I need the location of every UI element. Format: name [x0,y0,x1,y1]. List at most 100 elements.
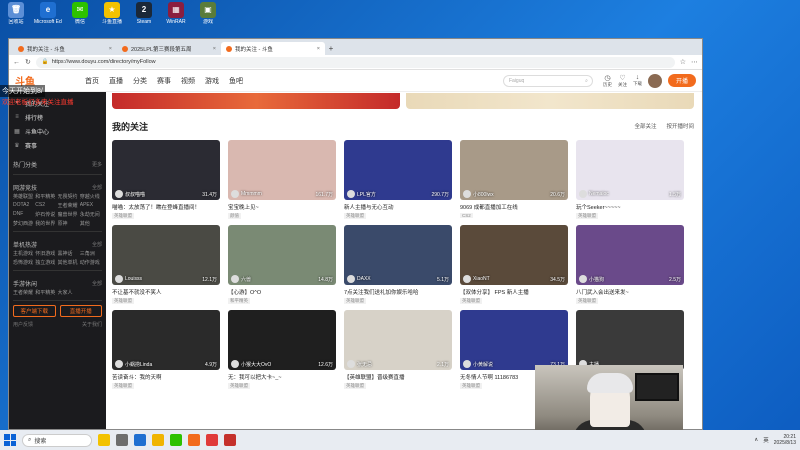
sidebar-category[interactable]: 和平精英 [35,289,57,296]
category-tag[interactable]: 颜值 [228,213,241,219]
stream-title[interactable]: 玩个Seeker~~~~~ [576,203,684,211]
star-icon[interactable]: ☆ [680,58,686,66]
stream-card[interactable]: Nemaioc 1.5万 玩个Seeker~~~~~ 英雄联盟 [576,140,684,219]
stream-title[interactable]: 八门武入会出送来发~ [576,288,684,296]
stream-title[interactable]: 【双体分享】 FPS 新人主播 [460,288,568,296]
stream-thumbnail[interactable]: 主播 [576,310,684,370]
stream-thumbnail[interactable]: 小黄解说73.1万 [460,310,568,370]
nav-item[interactable]: 首页 [85,76,99,86]
category-tag[interactable]: 英雄联盟 [576,298,598,304]
sidebar-footer-link[interactable]: 关于我们 [82,321,102,328]
browser-tab[interactable]: 2025LPL第三赛段第五周 × [117,42,221,55]
top-icon-item[interactable]: ◷ 历史 [603,74,612,88]
task-view-icon[interactable] [116,434,128,446]
stream-card[interactable]: 张无忌 2.1万【英雄联盟】晋级赛直播 英雄联盟 [344,310,452,389]
sidebar-item[interactable]: ♛ 赛事 [13,138,102,152]
menu-icon[interactable]: ⋯ [691,58,698,66]
sidebar-category[interactable]: 和平精英 [35,193,57,200]
nav-item[interactable]: 鱼吧 [229,76,243,86]
sidebar-category[interactable]: 动作游戏 [80,259,102,266]
stream-title[interactable]: 新人主播与无心互动 [344,203,452,211]
stream-card[interactable]: Mmmmm 161.7万宝宝晚上见~ 颜值 [228,140,336,219]
browser-tab[interactable]: 我的关注 - 斗鱼 × [221,42,325,55]
desktop-icon[interactable]: 🗑 回收站 [2,2,30,25]
sidebar-category[interactable]: CS2 [35,202,57,209]
banner-left[interactable] [112,93,400,109]
sidebar-category[interactable]: 黑神话 [58,250,80,257]
stream-card[interactable]: 小猫狗 2.5万 八门武入会出送来发~ 英雄联盟 [576,225,684,304]
sidebar-category[interactable]: 其他 [80,220,102,227]
stream-thumbnail[interactable]: Mmmmm 161.7万 [228,140,336,200]
back-icon[interactable]: ← [13,59,20,66]
top-icon-item[interactable]: ♡ 关注 [618,74,627,88]
category-tag[interactable]: 英雄联盟 [112,213,134,219]
stream-title[interactable]: 喵喵：太放荡了！瞧在登峰直播间！ [112,203,220,211]
stream-title[interactable]: 不让基不就没不笑人 [112,288,220,296]
sidebar-category[interactable]: 魔兽世界 [58,211,80,218]
sidebar-category[interactable]: 我的世界 [35,220,57,227]
sidebar-section-more[interactable]: 全部 [92,280,102,287]
desktop-icon[interactable]: ★ 斗鱼直播 [98,2,126,25]
stream-thumbnail[interactable]: DAXX 5.1万 [344,225,452,285]
stream-card[interactable]: 叔叔喵喵 31.4万 喵喵：太放荡了！瞧在登峰直播间！ 英雄联盟 [112,140,220,219]
copilot-icon[interactable] [98,434,110,446]
stream-thumbnail[interactable]: 小猴大大OvO 12.6万 [228,310,336,370]
tray-expand-icon[interactable]: ∧ [754,437,758,443]
search-icon[interactable]: ⌕ [585,78,588,84]
close-icon[interactable]: × [213,46,216,52]
stream-title[interactable]: 宝宝晚上见~ [228,203,336,211]
taskbar-search[interactable]: ⌕ 搜索 [22,433,92,447]
folder-icon[interactable] [152,434,164,446]
category-tag[interactable]: 英雄联盟 [460,298,482,304]
sidebar-section-more[interactable]: 全部 [92,184,102,191]
top-icon-item[interactable]: ↓ 下载 [633,74,642,87]
nav-item[interactable]: 分类 [133,76,147,86]
nav-item[interactable]: 游戏 [205,76,219,86]
sidebar-category[interactable]: DNF [13,211,35,218]
sidebar-category[interactable]: APEX [80,202,102,209]
stream-card[interactable]: DAXX 5.1万 7点关注我们送礼加你娱乐哈哈 英雄联盟 [344,225,452,304]
desktop-icon[interactable]: eMicrosoft Edge [34,2,62,25]
desktop-icon[interactable]: 2 Steam [130,2,158,25]
start-icon[interactable] [4,434,16,446]
sidebar-category[interactable]: 穿越火线 [80,193,102,200]
sidebar-category[interactable]: 永劫无间 [80,211,102,218]
sidebar-category[interactable]: 原神 [58,220,80,227]
sidebar-action-button[interactable]: 客户端下载 [13,305,56,317]
stream-title[interactable]: 无：我可以把大卡~_~ [228,373,336,381]
nav-item[interactable]: 直播 [109,76,123,86]
stream-title[interactable]: 【心游】O^O [228,288,336,296]
sidebar-category[interactable]: 三角洲 [80,250,102,257]
browser-tab[interactable]: 我的关注 - 斗鱼 × [13,42,117,55]
stream-card[interactable]: 小800lwx 20.6万 9069 成都直播加工在线 CS2 [460,140,568,219]
sidebar-category[interactable]: 炉石传说 [35,211,57,218]
category-tag[interactable]: 英雄联盟 [344,383,366,389]
douyu-icon[interactable] [188,434,200,446]
stream-title[interactable]: 【英雄联盟】晋级赛直播 [344,373,452,381]
stream-title[interactable]: 7点关注我们送礼加你娱乐哈哈 [344,288,452,296]
close-icon[interactable]: × [317,46,320,52]
sidebar-category[interactable]: 王者荣耀 [13,289,35,296]
nav-item[interactable]: 视频 [181,76,195,86]
url-field[interactable]: 🔒 https://www.douyu.com/directory/myFollo… [35,56,675,68]
new-tab-button[interactable]: + [325,42,337,55]
desktop-icon[interactable]: ✉ 微信 [66,2,94,25]
stream-thumbnail[interactable]: 六兽 14.8万 [228,225,336,285]
sidebar-category[interactable]: 恐怖游戏 [13,259,35,266]
edge-icon[interactable] [134,434,146,446]
stream-card[interactable]: 六兽 14.8万【心游】O^O 和平精英 [228,225,336,304]
desktop-icon[interactable]: ▣ 游戏 [194,2,222,25]
input-method[interactable]: 英 [763,436,769,444]
wechat-icon[interactable] [170,434,182,446]
stream-title[interactable]: 苦读奋斗：我的天啊 [112,373,220,381]
category-tag[interactable]: 和平精英 [228,298,250,304]
sidebar-category[interactable]: 王者荣耀 [58,202,80,209]
stream-card[interactable]: Louisss 12.1万 不让基不就没不笑人 英雄联盟 [112,225,220,304]
category-tag[interactable]: 英雄联盟 [112,298,134,304]
desktop-icon[interactable]: ▦ WinRAR [162,2,190,25]
close-icon[interactable]: × [109,46,112,52]
sidebar-item[interactable]: ≡ 排行榜 [13,110,102,124]
stream-thumbnail[interactable]: 张无忌 2.1万 [344,310,452,370]
category-tag[interactable]: 英雄联盟 [344,298,366,304]
sidebar-section-more[interactable]: 更多 [92,161,102,168]
